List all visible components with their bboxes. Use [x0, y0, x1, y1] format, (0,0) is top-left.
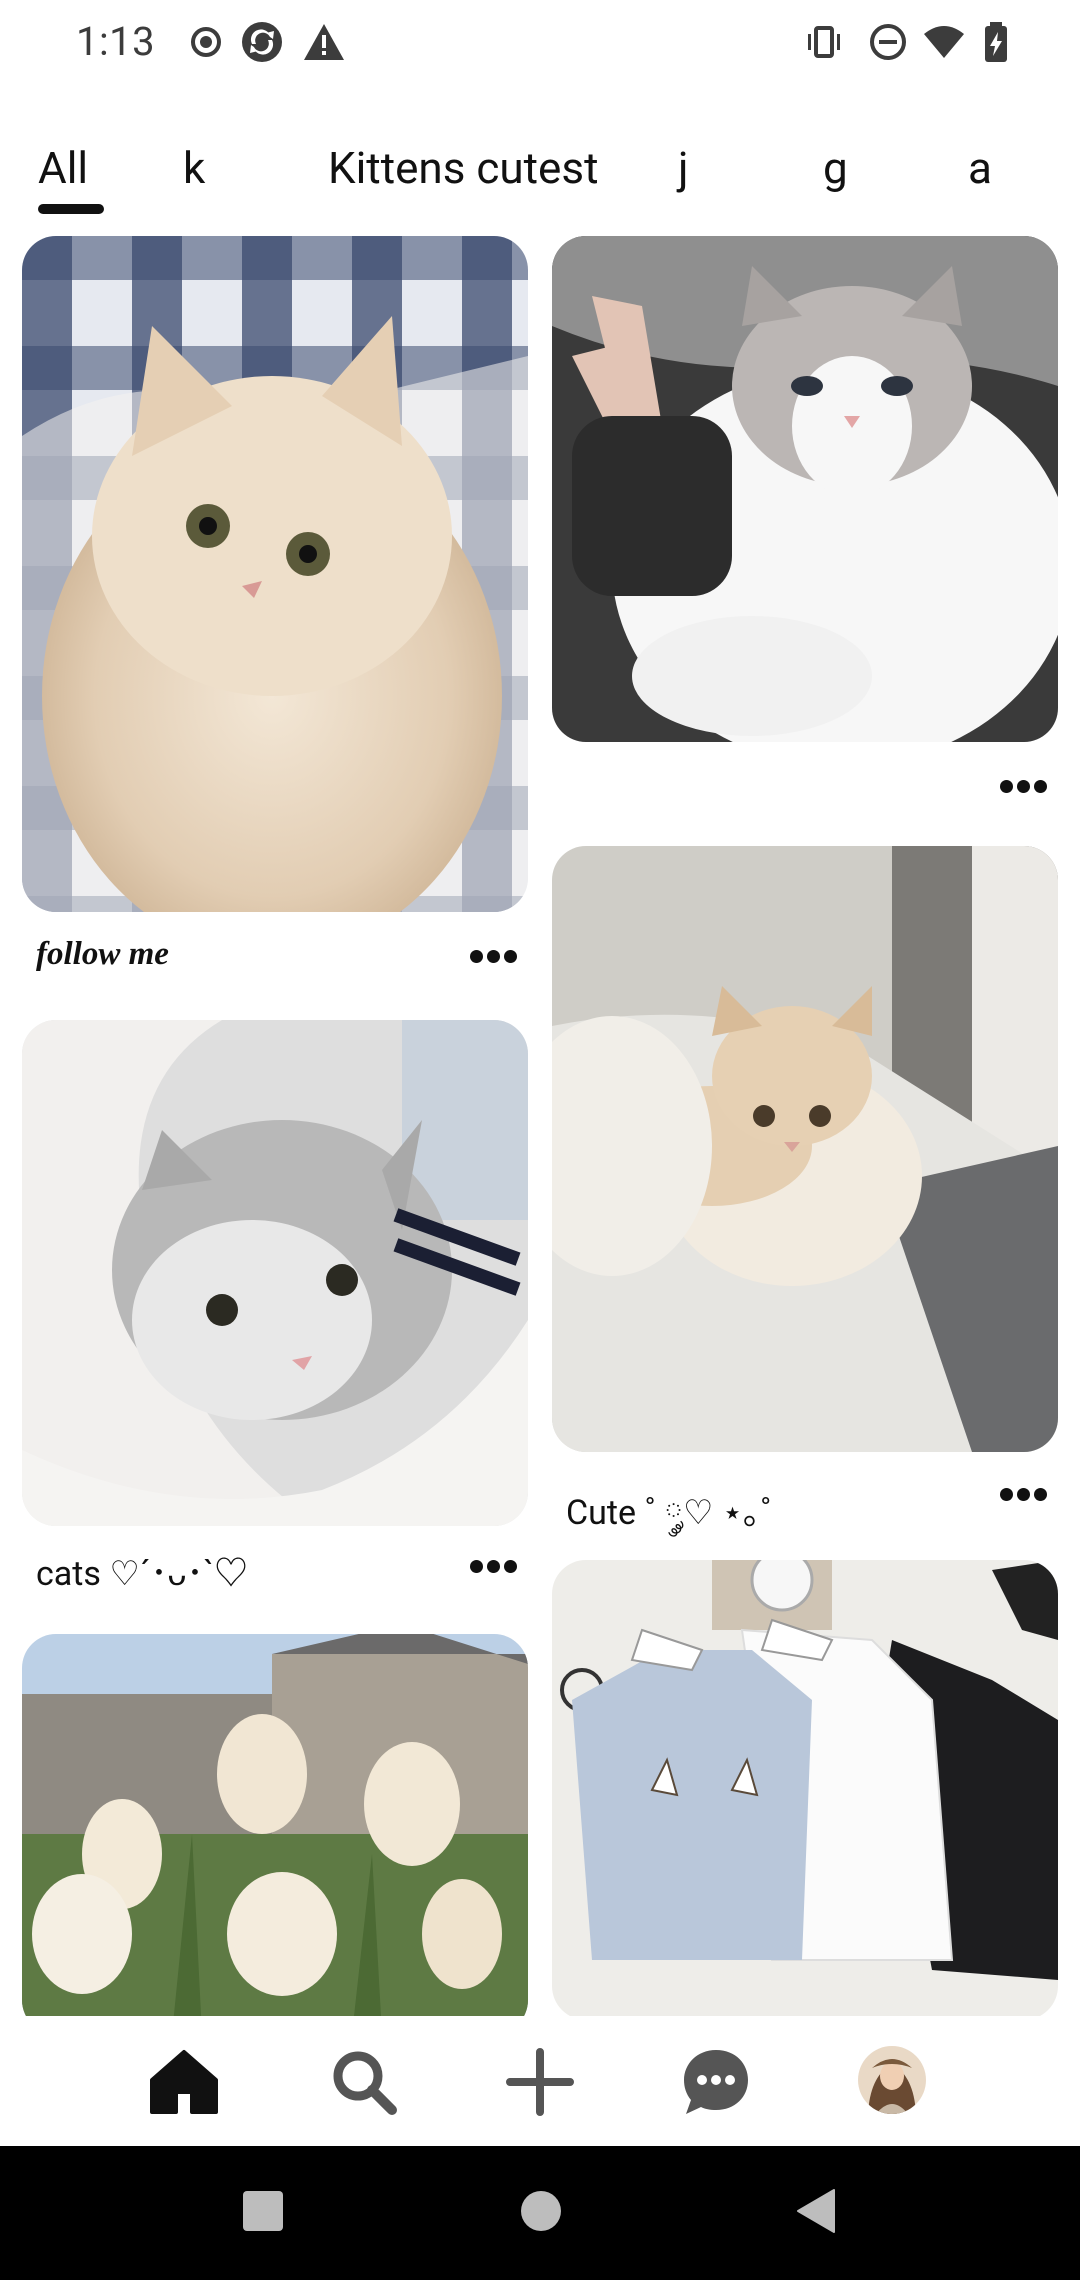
status-bar: 1:13 — [0, 0, 1080, 90]
record-icon — [191, 27, 221, 57]
status-time: 1:13 — [76, 18, 156, 65]
battery-icon — [985, 22, 1007, 62]
bottom-navigation — [0, 2016, 1080, 2146]
pin-card: Cute ˚ ༘♡ ⋆｡˚ — [552, 846, 1058, 1533]
wifi-icon — [924, 26, 964, 58]
back-icon[interactable] — [796, 2188, 836, 2234]
pin-card: cats ♡´･ᴗ･`♡ — [22, 1020, 528, 1594]
do-not-disturb-icon — [870, 24, 906, 60]
pin-image[interactable] — [22, 1020, 528, 1526]
warning-icon — [304, 24, 344, 60]
tab-a[interactable]: a — [968, 142, 992, 194]
pin-image[interactable] — [552, 846, 1058, 1452]
recents-icon[interactable] — [242, 2190, 284, 2232]
messages-icon[interactable] — [680, 2046, 752, 2118]
home-circle-icon[interactable] — [520, 2190, 562, 2232]
pin-caption: follow me — [36, 936, 169, 972]
pin-card — [22, 1634, 528, 2016]
sync-icon — [242, 22, 282, 62]
profile-avatar[interactable] — [858, 2046, 926, 2114]
more-options-icon[interactable] — [1000, 780, 1048, 796]
more-options-icon[interactable] — [1000, 1488, 1048, 1504]
pin-card: follow me — [22, 236, 528, 976]
tab-all[interactable]: All — [38, 142, 88, 194]
tab-k[interactable]: k — [183, 142, 205, 194]
pin-image[interactable] — [552, 236, 1058, 742]
create-icon[interactable] — [504, 2046, 576, 2118]
more-options-icon[interactable] — [470, 950, 518, 966]
selected-tab-indicator — [38, 204, 104, 214]
home-icon[interactable] — [148, 2046, 220, 2118]
system-navigation-bar — [0, 2146, 1080, 2280]
pin-image[interactable] — [22, 1634, 528, 2016]
tab-kittens-cutest[interactable]: Kittens cutest — [328, 142, 598, 194]
pin-feed[interactable]: follow me cats ♡´･ᴗ･`♡ Cute ˚ ༘♡ ⋆｡˚ — [0, 232, 1080, 2016]
more-options-icon[interactable] — [470, 1560, 518, 1576]
pin-image[interactable] — [22, 236, 528, 912]
pin-card — [552, 1560, 1058, 2016]
tab-g[interactable]: g — [823, 142, 848, 194]
pin-image[interactable] — [552, 1560, 1058, 2016]
tab-j[interactable]: j — [678, 142, 689, 194]
vibrate-icon — [808, 26, 840, 58]
pin-caption: cats ♡´･ᴗ･`♡ — [36, 1554, 248, 1594]
search-icon[interactable] — [328, 2046, 400, 2118]
pin-caption: Cute ˚ ༘♡ ⋆｡˚ — [566, 1493, 772, 1533]
pin-card — [552, 236, 1058, 806]
board-tabs: All k Kittens cutest j g a — [0, 130, 1080, 220]
